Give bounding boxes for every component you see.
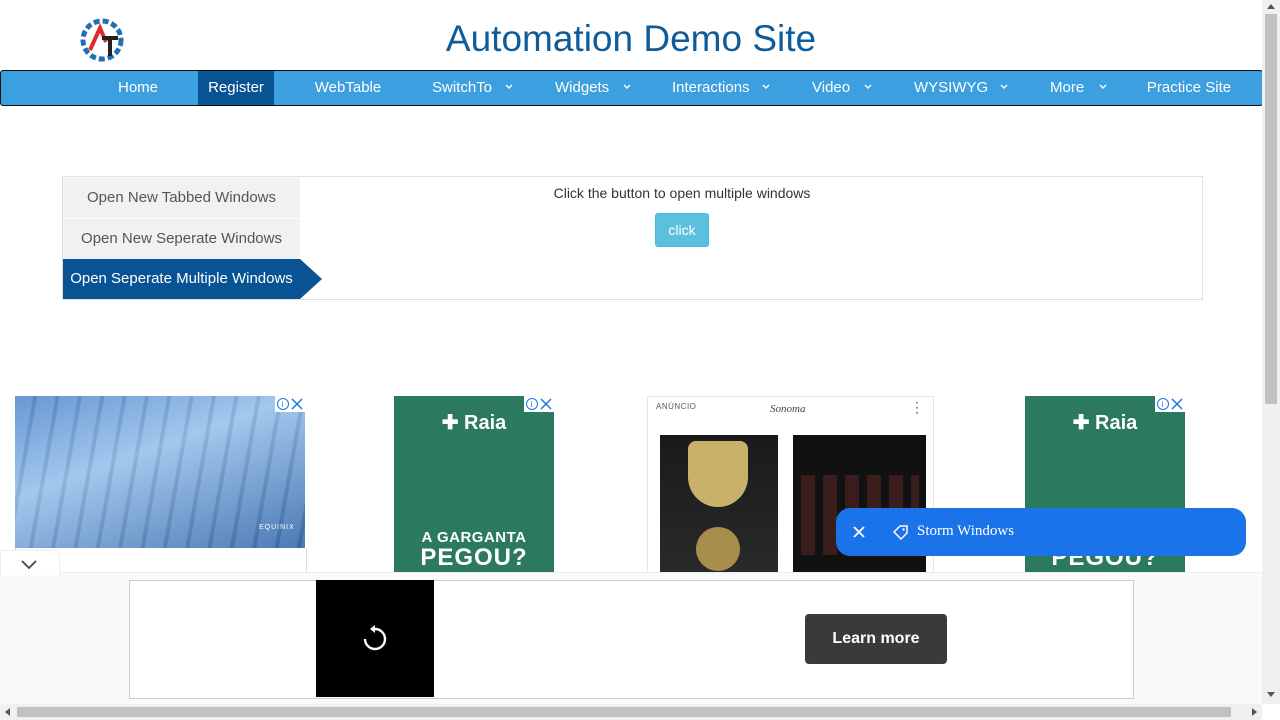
more-vert-icon[interactable]: ⋮ bbox=[910, 400, 924, 414]
tab-multiple-windows-label: Open Seperate Multiple Windows bbox=[70, 270, 293, 287]
main-nav: Home Register WebTable SwitchTo Widgets … bbox=[0, 70, 1263, 106]
replay-icon[interactable] bbox=[360, 624, 390, 654]
collapse-ad-button[interactable] bbox=[0, 550, 60, 575]
close-icon[interactable] bbox=[853, 526, 865, 538]
nav-more-label: More bbox=[1050, 79, 1085, 96]
instruction-text: Click the button to open multiple window… bbox=[553, 185, 811, 201]
page-title: Automation Demo Site bbox=[445, 18, 817, 59]
ad-bottle-seal bbox=[696, 527, 740, 571]
nav-wysiwyg-label: WYSIWYG bbox=[914, 79, 989, 96]
learn-more-button[interactable]: Learn more bbox=[805, 614, 947, 664]
ad-banner-building[interactable]: EQUINIX i bbox=[15, 396, 305, 548]
nav-practice-site[interactable]: Practice Site bbox=[1136, 71, 1242, 105]
close-icon: i bbox=[526, 398, 552, 410]
svg-text:i: i bbox=[531, 400, 533, 409]
nav-switchto[interactable]: SwitchTo bbox=[419, 71, 516, 105]
nav-switchto-label: SwitchTo bbox=[432, 79, 493, 96]
scroll-up-icon[interactable] bbox=[1267, 4, 1275, 9]
ad-close-button[interactable]: i bbox=[1155, 396, 1185, 412]
chevron-down-icon bbox=[1000, 84, 1008, 89]
ad-product-image-bottle bbox=[660, 435, 778, 575]
ad-raia-brand: Raia bbox=[1095, 412, 1138, 434]
tab-tabbed-windows[interactable]: Open New Tabbed Windows bbox=[63, 178, 300, 218]
click-button[interactable]: click bbox=[655, 213, 709, 247]
chevron-down-icon bbox=[864, 84, 872, 89]
scroll-left-icon[interactable] bbox=[5, 708, 10, 716]
storm-windows-toast[interactable]: Storm Windows bbox=[836, 508, 1246, 556]
ad-raia-brand: Raia bbox=[464, 412, 507, 434]
nav-interactions[interactable]: Interactions bbox=[659, 71, 772, 105]
tab-active-arrow bbox=[300, 259, 322, 299]
ad-sonoma-brand: Sonoma bbox=[770, 403, 806, 415]
close-icon: i bbox=[277, 398, 303, 410]
horizontal-scrollbar[interactable] bbox=[0, 704, 1262, 720]
chevron-down-icon bbox=[762, 84, 770, 89]
nav-home[interactable]: Home bbox=[103, 71, 173, 105]
chevron-down-icon bbox=[623, 84, 631, 89]
tab-seperate-windows[interactable]: Open New Seperate Windows bbox=[63, 219, 300, 259]
nav-register[interactable]: Register bbox=[198, 71, 274, 105]
vertical-scroll-thumb[interactable] bbox=[1265, 14, 1277, 404]
tag-icon bbox=[892, 525, 908, 541]
ad-video-player[interactable] bbox=[316, 580, 434, 697]
chevron-down-icon bbox=[505, 84, 513, 89]
vertical-scrollbar[interactable] bbox=[1262, 0, 1280, 704]
scroll-right-icon[interactable] bbox=[1252, 708, 1257, 716]
windows-panel: Open New Tabbed Windows Open New Seperat… bbox=[62, 176, 1203, 300]
ad-raia-line2: PEGOU? bbox=[420, 544, 528, 571]
nav-video-label: Video bbox=[812, 79, 851, 96]
ad-raia-logo: ✚ Raia bbox=[1072, 412, 1138, 434]
storm-windows-label: Storm Windows bbox=[917, 523, 1015, 539]
horizontal-scroll-thumb[interactable] bbox=[17, 707, 1231, 717]
svg-text:i: i bbox=[282, 400, 284, 409]
nav-more[interactable]: More bbox=[1037, 71, 1100, 105]
chevron-down-icon bbox=[1099, 84, 1107, 89]
scroll-down-icon[interactable] bbox=[1267, 692, 1275, 697]
close-icon: i bbox=[1157, 398, 1183, 410]
tab-multiple-windows[interactable]: Open Seperate Multiple Windows bbox=[63, 259, 322, 299]
nav-wysiwyg[interactable]: WYSIWYG bbox=[901, 71, 1004, 105]
ad-banner-raia[interactable]: ✚ Raia A GARGANTA PEGOU? i bbox=[394, 396, 554, 574]
svg-text:i: i bbox=[1162, 400, 1164, 409]
ad-label: ANÚNCIO bbox=[656, 402, 697, 411]
chevron-down-icon bbox=[21, 560, 37, 570]
ad-brand-equinix: EQUINIX bbox=[259, 524, 295, 531]
bottom-ad-frame bbox=[129, 580, 1134, 699]
ad-bottle-label bbox=[688, 441, 748, 507]
nav-interactions-label: Interactions bbox=[672, 79, 750, 96]
nav-widgets-label: Widgets bbox=[555, 79, 610, 96]
ad-close-button[interactable]: i bbox=[275, 396, 305, 412]
ad-raia-logo: ✚ Raia bbox=[441, 412, 507, 434]
ad-close-button[interactable]: i bbox=[524, 396, 554, 412]
nav-webtable[interactable]: WebTable bbox=[298, 71, 398, 105]
nav-video[interactable]: Video bbox=[799, 71, 872, 105]
